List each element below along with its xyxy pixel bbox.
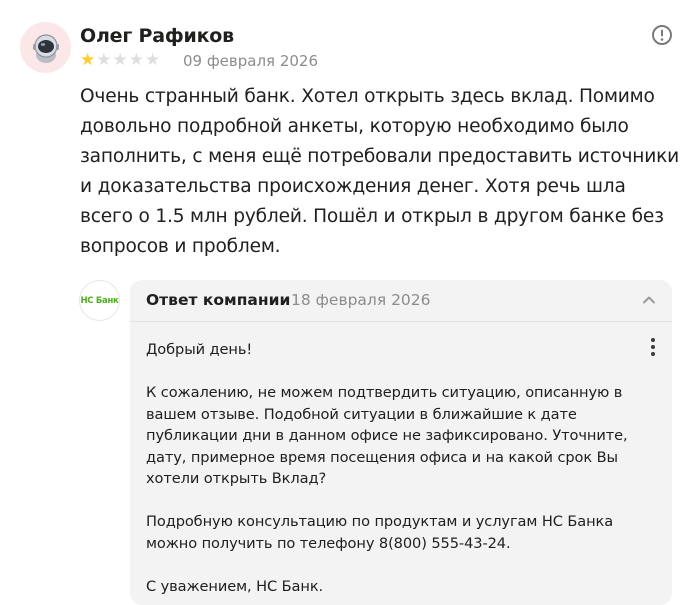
star-empty-icon: ★ — [145, 50, 161, 70]
reply-divider — [130, 321, 672, 322]
reply-paragraph: Подробную консультацию по продуктам и ус… — [146, 513, 614, 552]
review-card: Олег Рафиков ★ ★ ★ ★ ★ 09 февраля 2026 О… — [6, 8, 692, 605]
star-filled-icon: ★ — [80, 50, 96, 70]
info-icon[interactable] — [651, 24, 673, 46]
reply-paragraph: С уважением, НС Банк. — [146, 577, 324, 595]
rating-stars: ★ ★ ★ ★ ★ — [80, 52, 160, 69]
chevron-up-icon[interactable] — [641, 292, 657, 308]
astronaut-avatar-icon — [32, 33, 59, 63]
review-text: Очень странный банк. Хотел открыть здесь… — [80, 86, 680, 257]
review-author-name[interactable]: Олег Рафиков — [80, 25, 234, 47]
company-reply: Ответ компании 18 февраля 2026 Добрый де… — [130, 280, 672, 605]
review-date: 09 февраля 2026 — [183, 52, 319, 70]
reply-header[interactable]: Ответ компании 18 февраля 2026 — [130, 280, 672, 321]
user-avatar[interactable] — [20, 22, 71, 73]
reply-body: Добрый день! К сожалению, не можем подтв… — [146, 339, 636, 597]
bank-logo: НС Банк — [79, 280, 120, 321]
star-empty-icon: ★ — [128, 50, 144, 70]
reply-paragraph: К сожалению, не можем подтвердить ситуац… — [146, 384, 628, 487]
star-empty-icon: ★ — [112, 50, 128, 70]
more-vertical-icon[interactable] — [648, 335, 658, 359]
reply-title: Ответ компании — [146, 291, 291, 309]
reply-date: 18 февраля 2026 — [291, 291, 431, 309]
reply-paragraph: Добрый день! — [146, 341, 253, 358]
star-empty-icon: ★ — [96, 50, 112, 70]
bank-logo-text: НС Банк — [80, 295, 119, 306]
